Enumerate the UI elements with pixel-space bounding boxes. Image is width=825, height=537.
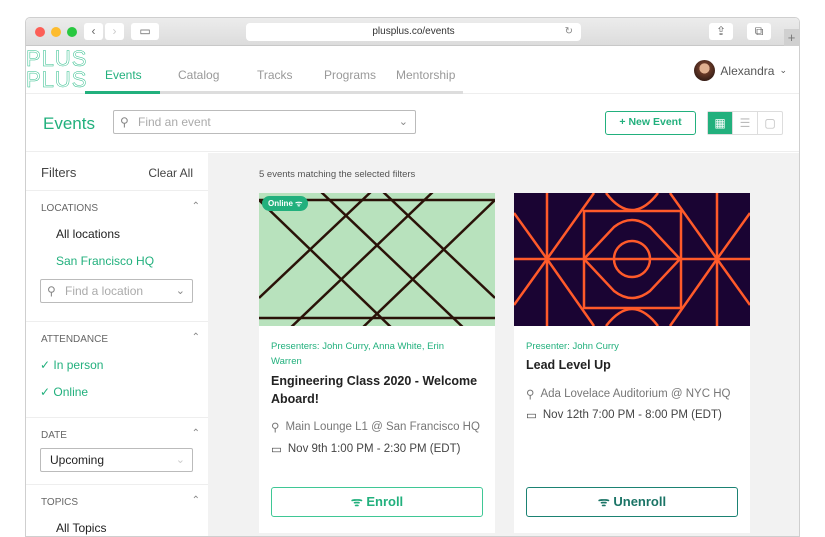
event-card[interactable]: Online ᯤ Presenters: John Curry, Anna Wh… [259,193,495,533]
user-name: Alexandra [720,63,775,78]
badge-label: Online [268,199,293,208]
chevron-down-icon: ⌄ [779,65,787,75]
sidebar-toggle-icon[interactable]: ▭ [131,23,159,40]
address-bar[interactable]: plusplus.co/events ↻ [246,23,581,41]
location-placeholder: Find a location [65,284,144,298]
enroll-button[interactable]: ᯤ Enroll [271,487,483,517]
wifi-icon: ᯤ [350,494,363,509]
date-label: DATE [41,430,67,441]
tab-tracks[interactable]: Tracks [257,68,293,82]
time-text: Nov 9th 1:00 PM - 2:30 PM (EDT) [287,443,461,455]
events-grid: 5 events matching the selected filters O… [208,153,799,536]
time-text: Nov 12th 7:00 PM - 8:00 PM (EDT) [542,409,722,421]
location-option[interactable]: San Francisco HQ [26,248,208,275]
view-switcher: ▦ ☰ ▢ [707,111,783,135]
user-menu[interactable]: Alexandra ⌄ [694,60,787,81]
event-presenters: Presenters: John Curry, Anna White, Erin… [271,341,445,367]
event-title[interactable]: Lead Level Up [526,356,741,374]
attendance-option[interactable]: ✓ Online [26,379,208,406]
wifi-icon: ᯤ [597,494,610,509]
location-search-input[interactable]: ⚲ Find a location ⌄ [40,279,193,303]
calendar-icon: ▭ [526,410,537,422]
forward-icon[interactable]: › [105,23,124,40]
topics-filter: TOPICS ⌃ All Topics [26,485,208,536]
option-label: In person [53,358,104,372]
reload-icon[interactable]: ↻ [565,23,573,41]
calendar-icon: ▭ [271,444,282,456]
chevron-down-icon: ⌄ [175,285,185,297]
page-header: Events ⚲ Find an event ⌄ + New Event ▦ ☰… [26,94,799,152]
chevron-up-icon[interactable]: ⌃ [192,428,200,439]
chevron-up-icon[interactable]: ⌃ [192,332,200,343]
url-text: plusplus.co/events [372,26,455,37]
search-icon: ⚲ [47,284,56,298]
tabs-icon[interactable]: ⧉ [747,23,771,40]
tab-mentorship[interactable]: Mentorship [396,68,455,82]
online-badge: Online ᯤ [262,196,309,211]
close-window-button[interactable] [35,27,45,37]
event-cover-image [514,193,750,326]
attendance-option[interactable]: ✓ In person [26,352,208,379]
chevron-down-icon: ⌄ [175,454,185,466]
chevron-up-icon[interactable]: ⌃ [192,201,200,212]
list-view-icon[interactable]: ☰ [733,112,758,134]
page-title: Events [43,114,95,133]
map-pin-icon: ⚲ [526,389,535,401]
tab-catalog[interactable]: Catalog [178,68,219,82]
option-label: Online [53,385,89,399]
attendance-filter: ATTENDANCE ⌃ ✓ In person ✓ Online [26,322,208,418]
attendance-label: ATTENDANCE [41,334,109,345]
event-cover-image [259,193,495,326]
back-icon[interactable]: ‹ [84,23,103,40]
plusplus-logo[interactable]: PLUS PLUS [26,47,87,94]
filters-sidebar: Filters Clear All LOCATIONS ⌃ All locati… [26,153,208,536]
new-tab-button[interactable]: + [784,29,799,46]
wifi-icon: ᯤ [295,199,303,208]
tab-events[interactable]: Events [105,68,142,82]
grid-view-icon[interactable]: ▦ [708,112,733,134]
results-count: 5 events matching the selected filters [259,169,416,180]
search-icon: ⚲ [120,115,129,129]
event-time: ▭ Nov 12th 7:00 PM - 8:00 PM (EDT) [526,408,722,422]
share-icon[interactable]: ⇪ [709,23,733,40]
minimize-window-button[interactable] [51,27,61,37]
date-select[interactable]: Upcoming ⌄ [40,448,193,472]
top-nav: PLUS PLUS Events Catalog Tracks Programs … [26,46,799,94]
event-time: ▭ Nov 9th 1:00 PM - 2:30 PM (EDT) [271,442,460,456]
location-text: Main Lounge L1 @ San Francisco HQ [285,421,480,433]
search-placeholder: Find an event [138,115,211,129]
topics-label: TOPICS [41,497,79,508]
event-search-input[interactable]: ⚲ Find an event ⌄ [113,110,416,134]
browser-window: ‹ › ▭ plusplus.co/events ↻ ⇪ ⧉ + PLUS PLUS… [25,17,800,537]
button-label: Enroll [366,494,404,509]
browser-toolbar: ‹ › ▭ plusplus.co/events ↻ ⇪ ⧉ + [26,18,799,46]
tab-programs[interactable]: Programs [324,68,376,82]
nav-tabs: Events Catalog Tracks Programs Mentorshi… [85,46,463,94]
event-location: ⚲ Main Lounge L1 @ San Francisco HQ [271,420,480,434]
maximize-window-button[interactable] [67,27,77,37]
event-location: ⚲ Ada Lovelace Auditorium @ NYC HQ [526,387,730,401]
avatar [694,60,716,81]
locations-filter: LOCATIONS ⌃ All locations San Francisco … [26,191,208,322]
date-filter: DATE ⌃ Upcoming ⌄ [26,418,208,485]
chevron-up-icon[interactable]: ⌃ [192,495,200,506]
map-pin-icon: ⚲ [271,422,280,434]
clear-all-button[interactable]: Clear All [148,166,193,180]
location-option[interactable]: All locations [26,221,208,248]
new-event-button[interactable]: + New Event [605,111,696,135]
event-presenters: Presenter: John Curry [526,341,619,352]
event-card[interactable]: Presenter: John Curry Lead Level Up ⚲ Ada… [514,193,750,533]
topic-option[interactable]: All Topics [26,515,208,536]
locations-label: LOCATIONS [41,203,99,214]
calendar-view-icon[interactable]: ▢ [758,112,782,134]
event-title[interactable]: Engineering Class 2020 - Welcome Aboard! [271,372,486,408]
button-label: Unenroll [613,494,667,509]
date-value: Upcoming [50,453,105,467]
unenroll-button[interactable]: ᯤ Unenroll [526,487,738,517]
location-text: Ada Lovelace Auditorium @ NYC HQ [540,388,731,400]
chevron-down-icon: ⌄ [398,116,408,128]
filters-title: Filters [41,165,77,180]
